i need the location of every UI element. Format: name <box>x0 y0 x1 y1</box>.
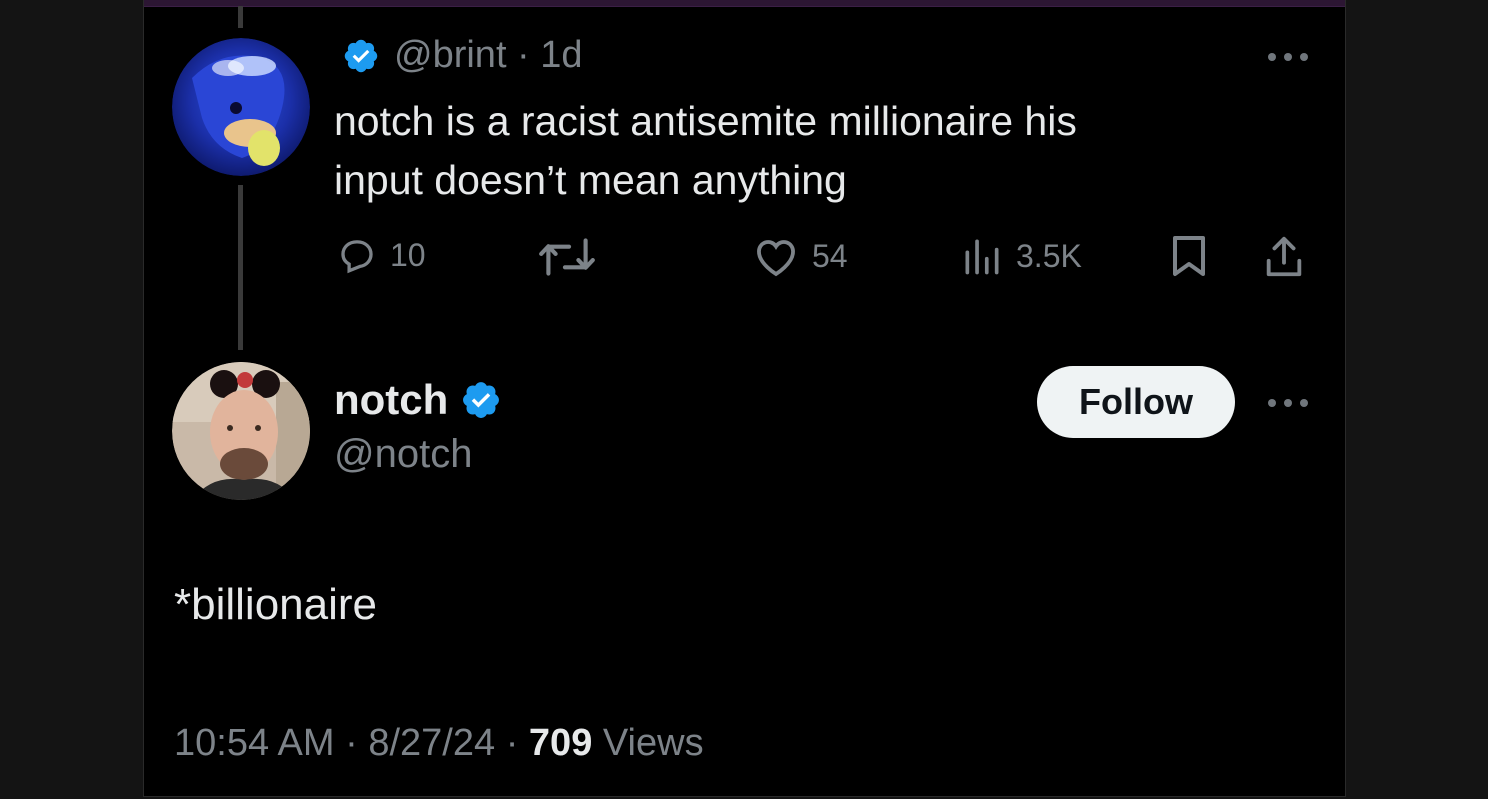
reply-text-line1: notch is a racist antisemite millionaire… <box>334 98 1077 144</box>
reply-text: notch is a racist antisemite millionaire… <box>334 92 1234 210</box>
tweet-card: @brint · 1d notch is a racist antisemite… <box>143 0 1346 797</box>
views-button[interactable]: 3.5K <box>960 234 1082 278</box>
retweet-icon <box>539 238 595 276</box>
reply-header: @brint · 1d <box>342 34 583 77</box>
reply-avatar[interactable] <box>172 38 310 176</box>
reply-separator: · <box>506 34 541 76</box>
share-button[interactable] <box>1262 234 1318 280</box>
top-accent-bar <box>144 0 1345 7</box>
follow-button[interactable]: Follow <box>1037 366 1235 438</box>
thread-line-top <box>238 6 243 28</box>
tweet-views-label: Views <box>592 722 704 764</box>
reply-icon <box>341 240 373 274</box>
tweet-date[interactable]: 8/27/24 <box>368 722 495 764</box>
share-icon <box>1266 236 1302 277</box>
reply-age[interactable]: 1d <box>540 34 582 77</box>
views-icon <box>965 239 999 275</box>
reply-handle[interactable]: @brint <box>394 34 507 77</box>
meta-separator: · <box>334 722 369 764</box>
like-count: 54 <box>812 237 848 274</box>
author-handle[interactable]: @notch <box>334 432 472 477</box>
tweet-more-icon[interactable] <box>1268 397 1308 409</box>
retweet-button[interactable] <box>536 234 610 280</box>
views-count: 3.5K <box>1016 237 1082 274</box>
reply-count: 10 <box>390 236 426 273</box>
author-name[interactable]: notch <box>334 376 502 424</box>
tweet-meta: 10:54 AM · 8/27/24 · 709 Views <box>174 722 704 765</box>
reply-action-bar: 10 54 3.5K <box>144 234 1345 284</box>
tweet-text: *billionaire <box>174 580 378 629</box>
reply-button[interactable]: 10 <box>336 234 426 276</box>
author-display-name[interactable]: notch <box>334 376 448 424</box>
bookmark-button[interactable] <box>1168 234 1222 278</box>
verified-badge-icon <box>463 382 500 418</box>
bookmark-icon <box>1173 236 1205 276</box>
tweet-views-count: 709 <box>528 722 593 764</box>
reply-more-icon[interactable] <box>1268 51 1308 63</box>
author-avatar[interactable] <box>172 362 310 500</box>
meta-separator: · <box>495 722 529 764</box>
like-button[interactable]: 54 <box>752 234 848 278</box>
reply-text-line2: input doesn’t mean anything <box>334 157 847 203</box>
tweet-time[interactable]: 10:54 AM <box>174 722 335 764</box>
like-icon <box>757 240 795 277</box>
verified-badge-icon <box>344 39 378 72</box>
